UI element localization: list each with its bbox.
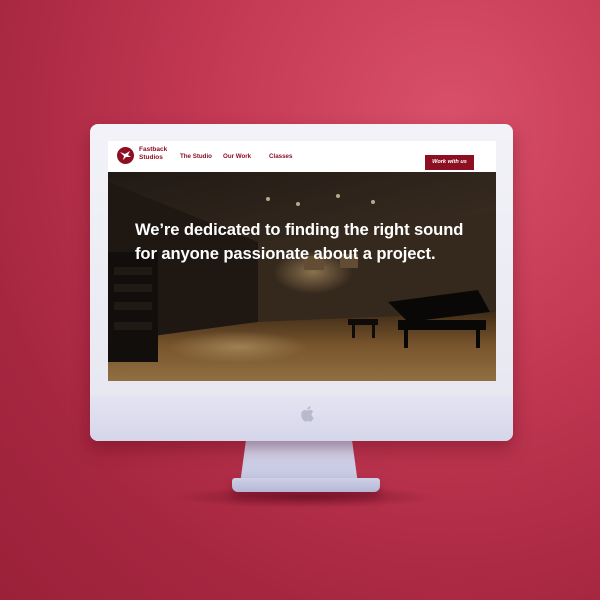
brand-name-line2: Studios <box>139 154 163 161</box>
nav-link-the-studio[interactable]: The Studio <box>180 153 212 160</box>
hero-headline: We’re dedicated to finding the right sou… <box>135 220 464 263</box>
brand-name-line1: Fastback <box>139 146 168 153</box>
work-with-us-button[interactable]: Work with us <box>425 155 474 170</box>
nav-link-classes[interactable]: Classes <box>269 153 292 160</box>
hero-section: We’re dedicated to finding the right sou… <box>108 172 496 381</box>
hero-overlay <box>108 172 496 381</box>
screen: Fastback Studios The Studio Our Work Cla… <box>108 141 496 381</box>
top-nav: Fastback Studios The Studio Our Work Cla… <box>108 141 496 172</box>
bird-logo-icon[interactable] <box>117 147 134 164</box>
nav-link-our-work[interactable]: Our Work <box>223 153 251 160</box>
brand-name[interactable]: Fastback Studios <box>139 146 179 162</box>
apple-logo-icon <box>301 406 314 422</box>
monitor-stand-base <box>232 478 380 492</box>
